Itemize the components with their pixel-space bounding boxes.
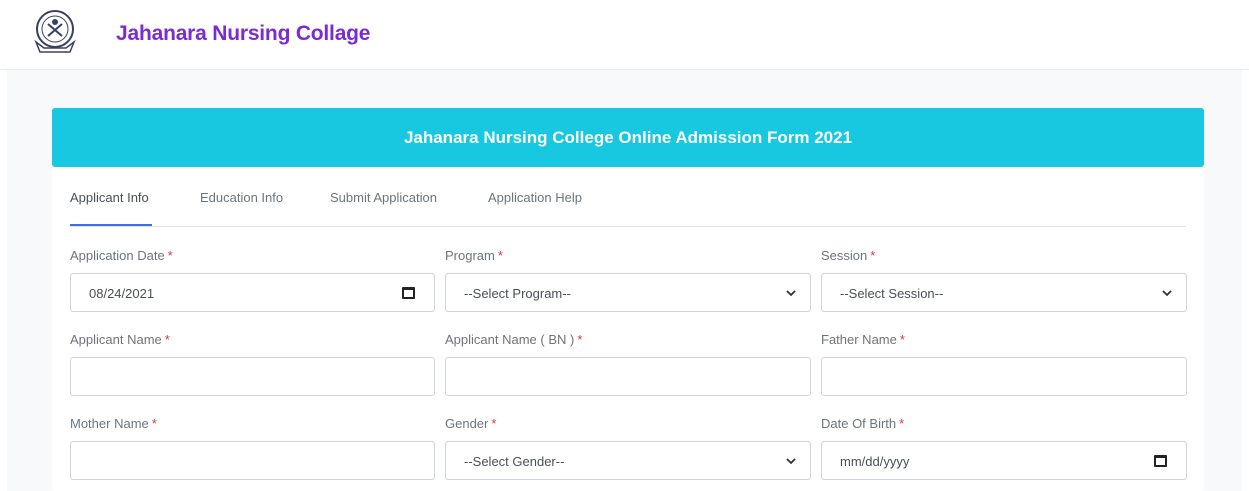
- mother-name-label: Mother Name *: [70, 416, 157, 431]
- date-of-birth-label: Date Of Birth *: [821, 416, 905, 431]
- required-asterisk: *: [151, 416, 157, 431]
- program-selected-value: --Select Program--: [464, 286, 571, 301]
- father-name-label: Father Name *: [821, 332, 905, 347]
- applicant-name-bn-label: Applicant Name ( BN ) *: [445, 332, 583, 347]
- mother-name-input[interactable]: [70, 441, 435, 480]
- required-asterisk: *: [491, 416, 497, 431]
- date-of-birth-placeholder: mm/dd/yyyy: [840, 454, 910, 469]
- gender-label: Gender *: [445, 416, 497, 431]
- session-selected-value: --Select Session--: [840, 286, 944, 301]
- page-content: Jahanara Nursing College Online Admissio…: [7, 70, 1242, 491]
- form-tabs: Applicant Info Education Info Submit App…: [70, 167, 1186, 227]
- chevron-down-icon: [1162, 290, 1172, 297]
- required-asterisk: *: [899, 332, 905, 347]
- college-seal-logo[interactable]: [32, 8, 78, 56]
- active-tab-indicator: [70, 224, 152, 226]
- tab-submit-application[interactable]: Submit Application: [330, 190, 437, 205]
- required-asterisk: *: [899, 416, 905, 431]
- required-asterisk: *: [164, 332, 170, 347]
- form-banner: Jahanara Nursing College Online Admissio…: [52, 108, 1204, 167]
- application-date-label: Application Date *: [70, 248, 173, 263]
- chevron-down-icon: [786, 290, 796, 297]
- tab-applicant-info[interactable]: Applicant Info: [70, 190, 149, 205]
- required-asterisk: *: [167, 248, 173, 263]
- required-asterisk: *: [497, 248, 503, 263]
- tab-education-info[interactable]: Education Info: [200, 190, 283, 205]
- tab-application-help[interactable]: Application Help: [488, 190, 582, 205]
- calendar-icon[interactable]: [1154, 455, 1167, 467]
- program-label: Program *: [445, 248, 503, 263]
- applicant-name-input[interactable]: [70, 357, 435, 396]
- applicant-name-label: Applicant Name *: [70, 332, 170, 347]
- brand-title[interactable]: Jahanara Nursing Collage: [116, 22, 370, 46]
- chevron-down-icon: [786, 458, 796, 465]
- applicant-name-bn-input[interactable]: [445, 357, 811, 396]
- calendar-icon[interactable]: [402, 287, 415, 299]
- father-name-input[interactable]: [821, 357, 1187, 396]
- program-select[interactable]: --Select Program--: [445, 273, 811, 312]
- date-of-birth-input[interactable]: mm/dd/yyyy: [821, 441, 1187, 480]
- required-asterisk: *: [870, 248, 876, 263]
- gender-selected-value: --Select Gender--: [464, 454, 565, 469]
- gender-select[interactable]: --Select Gender--: [445, 441, 811, 480]
- form-title: Jahanara Nursing College Online Admissio…: [403, 127, 853, 147]
- top-navbar: Jahanara Nursing Collage: [0, 0, 1249, 70]
- session-label: Session *: [821, 248, 876, 263]
- admission-form-card: Jahanara Nursing College Online Admissio…: [52, 108, 1204, 491]
- required-asterisk: *: [577, 332, 583, 347]
- session-select[interactable]: --Select Session--: [821, 273, 1187, 312]
- application-date-input[interactable]: 08/24/2021: [70, 273, 435, 312]
- application-date-value: 08/24/2021: [89, 286, 155, 301]
